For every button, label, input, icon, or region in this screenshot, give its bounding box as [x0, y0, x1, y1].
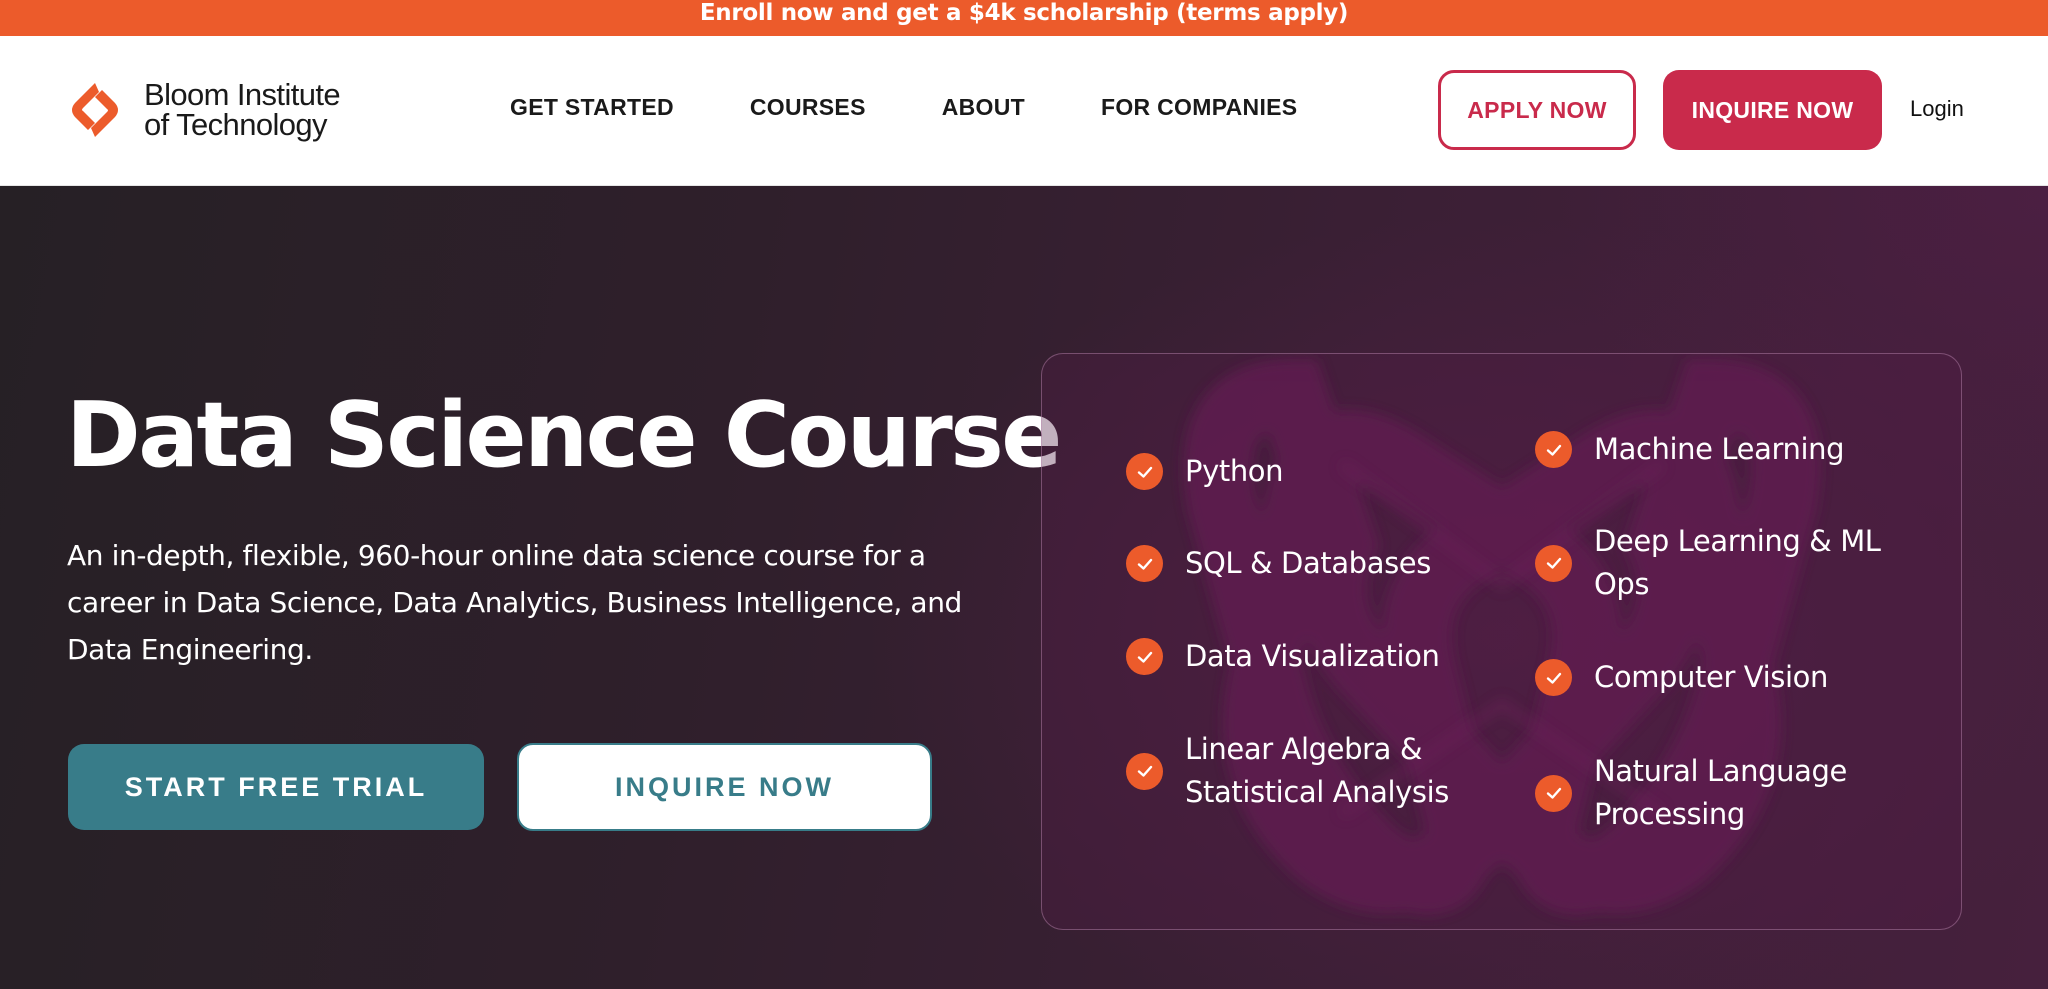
- inquire-now-header-button[interactable]: INQUIRE NOW: [1663, 70, 1882, 150]
- check-circle-icon: [1535, 774, 1572, 812]
- top-navbar: Bloom Institute of Technology GET STARTE…: [0, 36, 2048, 186]
- logo-line-1: Bloom Institute: [144, 77, 341, 112]
- inquire-now-hero-button[interactable]: INQUIRE NOW: [517, 743, 932, 831]
- feature-label: Deep Learning & ML Ops: [1594, 524, 1881, 601]
- logo[interactable]: Bloom Institute of Technology: [66, 77, 341, 142]
- check-circle-icon: [1126, 638, 1163, 675]
- login-link[interactable]: Login: [1910, 96, 1964, 122]
- feature-label: Python: [1185, 454, 1284, 488]
- nav-for-companies[interactable]: FOR COMPANIES: [1101, 94, 1297, 121]
- check-circle-icon: [1126, 453, 1163, 490]
- page-title: Data Science Course: [66, 383, 1062, 488]
- feature-label: Data Visualization: [1185, 639, 1440, 673]
- feature-label: SQL & Databases: [1185, 546, 1431, 580]
- apply-now-button[interactable]: APPLY NOW: [1438, 70, 1636, 150]
- feature-item: Linear Algebra & Statistical Analysis: [1126, 728, 1475, 814]
- feature-item: Machine Learning: [1535, 428, 1845, 471]
- hero-description: An in-depth, flexible, 960-hour online d…: [67, 539, 962, 666]
- feature-label: Computer Vision: [1594, 660, 1828, 694]
- bloom-logo-icon: [72, 83, 118, 137]
- main-nav: GET STARTED COURSES ABOUT FOR COMPANIES: [510, 94, 1373, 121]
- feature-item: Python: [1126, 450, 1284, 493]
- check-circle-icon: [1535, 431, 1572, 468]
- check-circle-icon: [1535, 544, 1572, 582]
- feature-item: Deep Learning & ML Ops: [1535, 520, 1924, 606]
- feature-label: Machine Learning: [1594, 432, 1845, 466]
- promo-banner: Enroll now and get a $4k scholarship (te…: [0, 0, 2048, 36]
- hero-section: Data Science Course An in-depth, flexibl…: [0, 186, 2048, 989]
- start-free-trial-button[interactable]: START FREE TRIAL: [68, 744, 484, 830]
- feature-item: SQL & Databases: [1126, 542, 1431, 585]
- check-circle-icon: [1535, 659, 1572, 696]
- feature-item: Natural Language Processing: [1535, 750, 1884, 836]
- logo-text: Bloom Institute of Technology: [144, 77, 341, 142]
- feature-item: Data Visualization: [1126, 635, 1440, 678]
- nav-courses[interactable]: COURSES: [750, 94, 866, 121]
- feature-label: Linear Algebra & Statistical Analysis: [1185, 732, 1449, 809]
- promo-link[interactable]: Enroll now and get a $4k scholarship (te…: [700, 0, 1349, 26]
- feature-label: Natural Language Processing: [1594, 754, 1847, 831]
- check-circle-icon: [1126, 545, 1163, 582]
- check-circle-icon: [1126, 752, 1163, 790]
- feature-item: Computer Vision: [1535, 656, 1828, 699]
- nav-about[interactable]: ABOUT: [942, 94, 1025, 121]
- nav-get-started[interactable]: GET STARTED: [510, 94, 674, 121]
- logo-line-2: of Technology: [144, 107, 328, 142]
- curriculum-card: Python SQL & Databases Data Visualizatio…: [1041, 353, 1962, 930]
